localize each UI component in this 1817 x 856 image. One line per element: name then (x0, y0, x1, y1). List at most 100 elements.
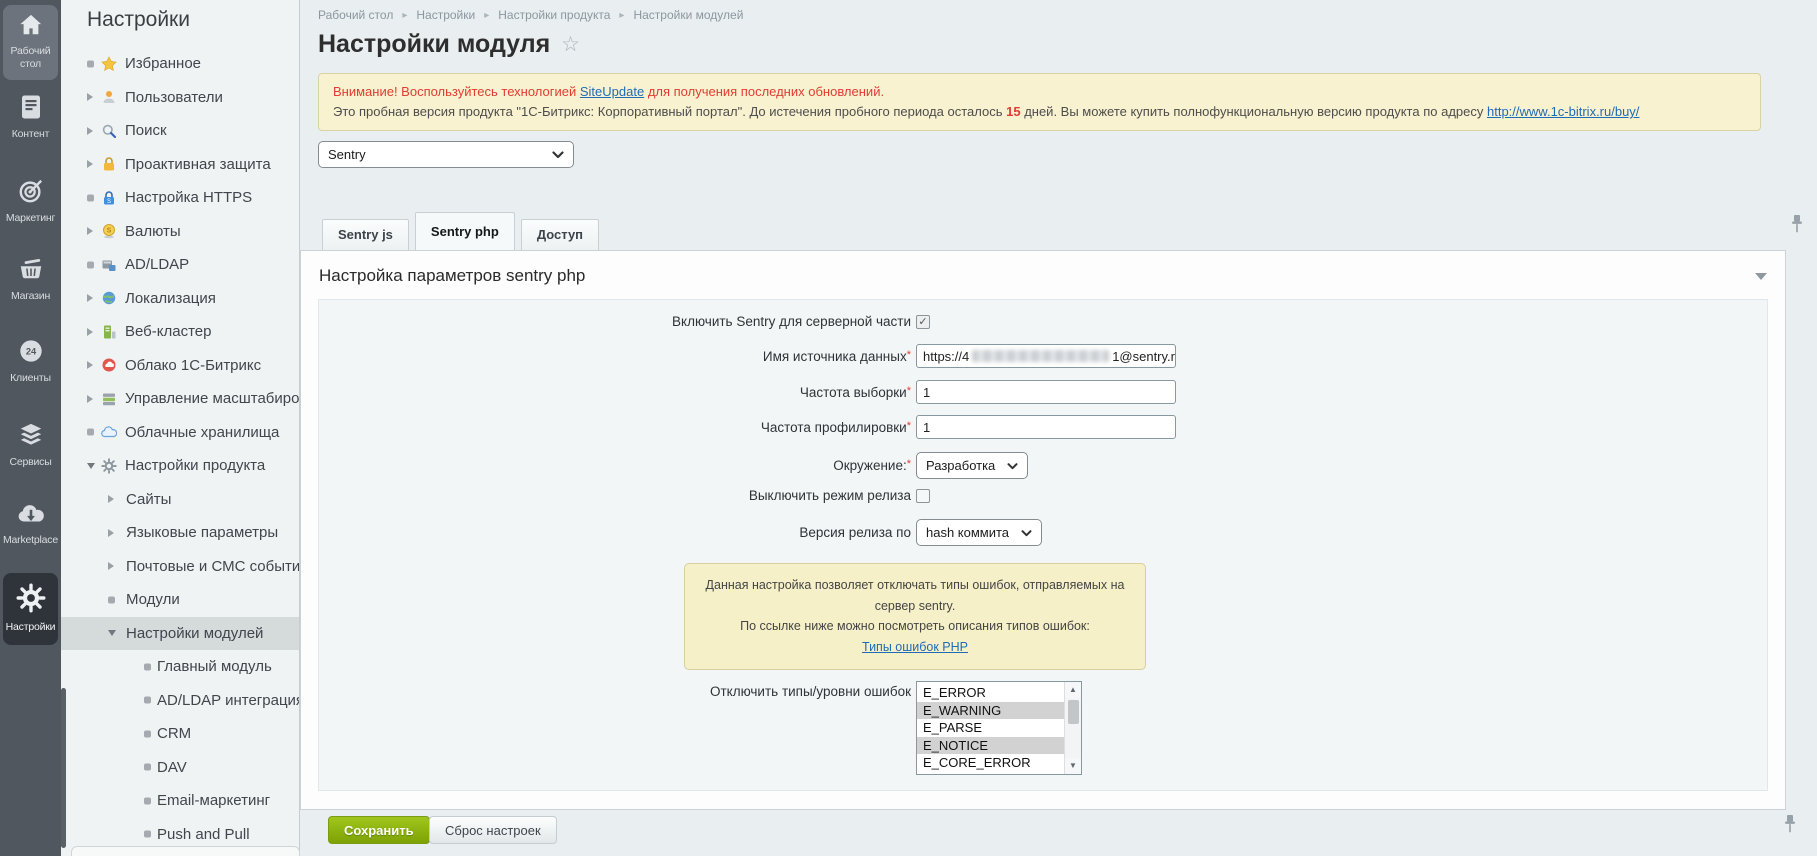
collapse-arrow-icon (108, 630, 116, 636)
target-icon (3, 178, 58, 209)
sidebar-item-main-module[interactable]: Главный модуль (61, 650, 299, 684)
sidebar-item-currencies[interactable]: SВалюты (61, 215, 299, 249)
scroll-up-icon[interactable]: ▲ (1065, 682, 1081, 698)
scrollbar-thumb[interactable] (1068, 700, 1079, 724)
rail-item-label: Маркетинг (3, 212, 58, 225)
page-title: Настройки модуля (318, 30, 550, 59)
bullet-marker (144, 697, 151, 704)
favorite-star-icon[interactable]: ☆ (561, 32, 580, 57)
error-types-listbox[interactable]: E_ERROR E_WARNING E_PARSE E_NOTICE E_COR… (916, 681, 1082, 775)
sidebar-item-cloud-storage[interactable]: Облачные хранилища (61, 416, 299, 450)
sidebar-item-favorites[interactable]: Избранное (61, 47, 299, 81)
scroll-down-icon[interactable]: ▼ (1065, 758, 1081, 774)
rail-item-content[interactable]: Контент (3, 94, 58, 141)
sidebar-item-scaling[interactable]: Управление масштабирован (61, 382, 299, 416)
listbox-option[interactable]: E_PARSE (917, 719, 1064, 737)
siteupdate-link[interactable]: SiteUpdate (580, 84, 644, 99)
sidebar-item-users[interactable]: Пользователи (61, 81, 299, 115)
bullet-marker (144, 831, 151, 838)
sidebar-item-bitrix-cloud[interactable]: Облако 1С-Битрикс (61, 349, 299, 383)
sidebar-item-search[interactable]: Поиск (61, 114, 299, 148)
sidebar-item-adldap[interactable]: AD/LDAP (61, 248, 299, 282)
rail-item-marketing[interactable]: Маркетинг (3, 178, 58, 225)
php-error-types-link[interactable]: Типы ошибок PHP (862, 640, 968, 654)
expand-arrow-icon (87, 395, 93, 403)
dsn-input[interactable]: https://4 1@sentry.r (916, 344, 1176, 368)
rail-item-clients[interactable]: 24 Клиенты (3, 338, 58, 385)
reset-settings-button[interactable]: Сброс настроек (429, 816, 557, 844)
error-types-note: Данная настройка позволяет отключать тип… (684, 563, 1146, 670)
sidebar-item-https[interactable]: SНастройка HTTPS (61, 181, 299, 215)
enable-sentry-checkbox[interactable]: ✓ (916, 315, 930, 329)
form-area: Включить Sentry для серверной части ✓ Им… (318, 299, 1768, 791)
sidebar-item-module-settings[interactable]: Настройки модулей (61, 617, 299, 651)
breadcrumb-item[interactable]: Рабочий стол (318, 8, 393, 22)
release-version-select[interactable]: hash коммита (916, 519, 1042, 546)
rail-item-settings[interactable]: Настройки (3, 573, 58, 645)
breadcrumb-item[interactable]: Настройки (416, 8, 475, 22)
rail-item-desktop[interactable]: Рабочий стол (3, 5, 58, 80)
tab-access[interactable]: Доступ (521, 219, 599, 250)
settings-panel: Настройка параметров sentry php Включить… (300, 250, 1786, 810)
sidebar-item-language-params[interactable]: Языковые параметры (61, 516, 299, 550)
buy-link[interactable]: http://www.1c-bitrix.ru/buy/ (1487, 104, 1639, 119)
rail-item-label: Контент (3, 128, 58, 141)
rail-item-services[interactable]: Сервисы (3, 422, 58, 469)
sidebar-item-adldap-integration[interactable]: AD/LDAP интеграция (61, 684, 299, 718)
sidebar-item-dav[interactable]: DAV (61, 751, 299, 785)
sidebar-item-localization[interactable]: Локализация (61, 282, 299, 316)
cart-icon (3, 256, 58, 287)
star-icon (101, 56, 117, 72)
settings-sidebar: Настройки Избранное Пользователи Поиск П… (61, 0, 300, 856)
rail-item-label: Настройки (3, 621, 58, 634)
bullet-marker (144, 663, 151, 670)
disable-release-checkbox[interactable] (916, 489, 930, 503)
sidebar-item-sites[interactable]: Сайты (61, 483, 299, 517)
pin-icon[interactable] (1790, 214, 1804, 239)
sidebar-item-proactive-protection[interactable]: Проактивная защита (61, 148, 299, 182)
bitrix-admin-app: Рабочий стол Контент Маркетинг Магазин 2… (0, 0, 1817, 856)
rail-item-label: Рабочий стол (3, 45, 58, 71)
main-content: Рабочий стол ▸ Настройки ▸ Настройки про… (300, 0, 1817, 856)
rail-item-shop[interactable]: Магазин (3, 256, 58, 303)
field-label: Окружение:* (319, 458, 916, 473)
form-row-profiling-rate: Частота профилировки* (319, 415, 1767, 439)
module-select-value: Sentry (328, 147, 366, 162)
rail-item-marketplace[interactable]: Marketplace (3, 502, 58, 547)
profiling-rate-input[interactable] (916, 415, 1176, 439)
sidebar-item-web-cluster[interactable]: Веб-кластер (61, 315, 299, 349)
listbox-option[interactable]: E_ERROR (917, 684, 1064, 702)
listbox-option[interactable]: E_NOTICE (917, 737, 1064, 755)
sidebar-item-email-marketing[interactable]: Email-маркетинг (61, 784, 299, 818)
expand-arrow-icon (87, 328, 93, 336)
save-button[interactable]: Сохранить (328, 816, 430, 844)
trial-notice-line2: Это пробная версия продукта "1С-Битрикс:… (333, 102, 1746, 122)
field-label: Включить Sentry для серверной части (319, 314, 916, 329)
home-icon (3, 13, 58, 42)
expand-arrow-icon (87, 127, 93, 135)
cloud-red-icon (101, 357, 117, 373)
field-label: Выключить режим релиза (319, 488, 916, 503)
bullet-marker (144, 730, 151, 737)
listbox-option[interactable]: E_WARNING (917, 702, 1064, 720)
breadcrumb-item[interactable]: Настройки продукта (498, 8, 610, 22)
tab-sentry-php[interactable]: Sentry php (415, 212, 515, 250)
breadcrumb-item[interactable]: Настройки модулей (633, 8, 743, 22)
listbox-scrollbar[interactable]: ▲ ▼ (1064, 682, 1081, 774)
chevron-down-icon (1007, 458, 1018, 473)
pin-icon[interactable] (1783, 814, 1797, 839)
bullet-marker (87, 194, 94, 201)
listbox-option[interactable]: E_CORE_ERROR (917, 754, 1064, 772)
collapse-chevron-icon[interactable] (1755, 273, 1767, 280)
sidebar-item-product-settings[interactable]: Настройки продукта (61, 449, 299, 483)
sidebar-item-modules[interactable]: Модули (61, 583, 299, 617)
sample-rate-input[interactable] (916, 380, 1176, 404)
sidebar-scrollbar[interactable] (61, 688, 66, 848)
sidebar-item-crm[interactable]: CRM (61, 717, 299, 751)
module-select[interactable]: Sentry (318, 141, 574, 168)
breadcrumb-separator-icon: ▸ (619, 10, 624, 21)
environment-select[interactable]: Разработка (916, 452, 1028, 479)
sidebar-item-mail-sms-events[interactable]: Почтовые и СМС события (61, 550, 299, 584)
tab-sentry-js[interactable]: Sentry js (322, 219, 409, 250)
scaling-stack-icon (101, 391, 117, 407)
